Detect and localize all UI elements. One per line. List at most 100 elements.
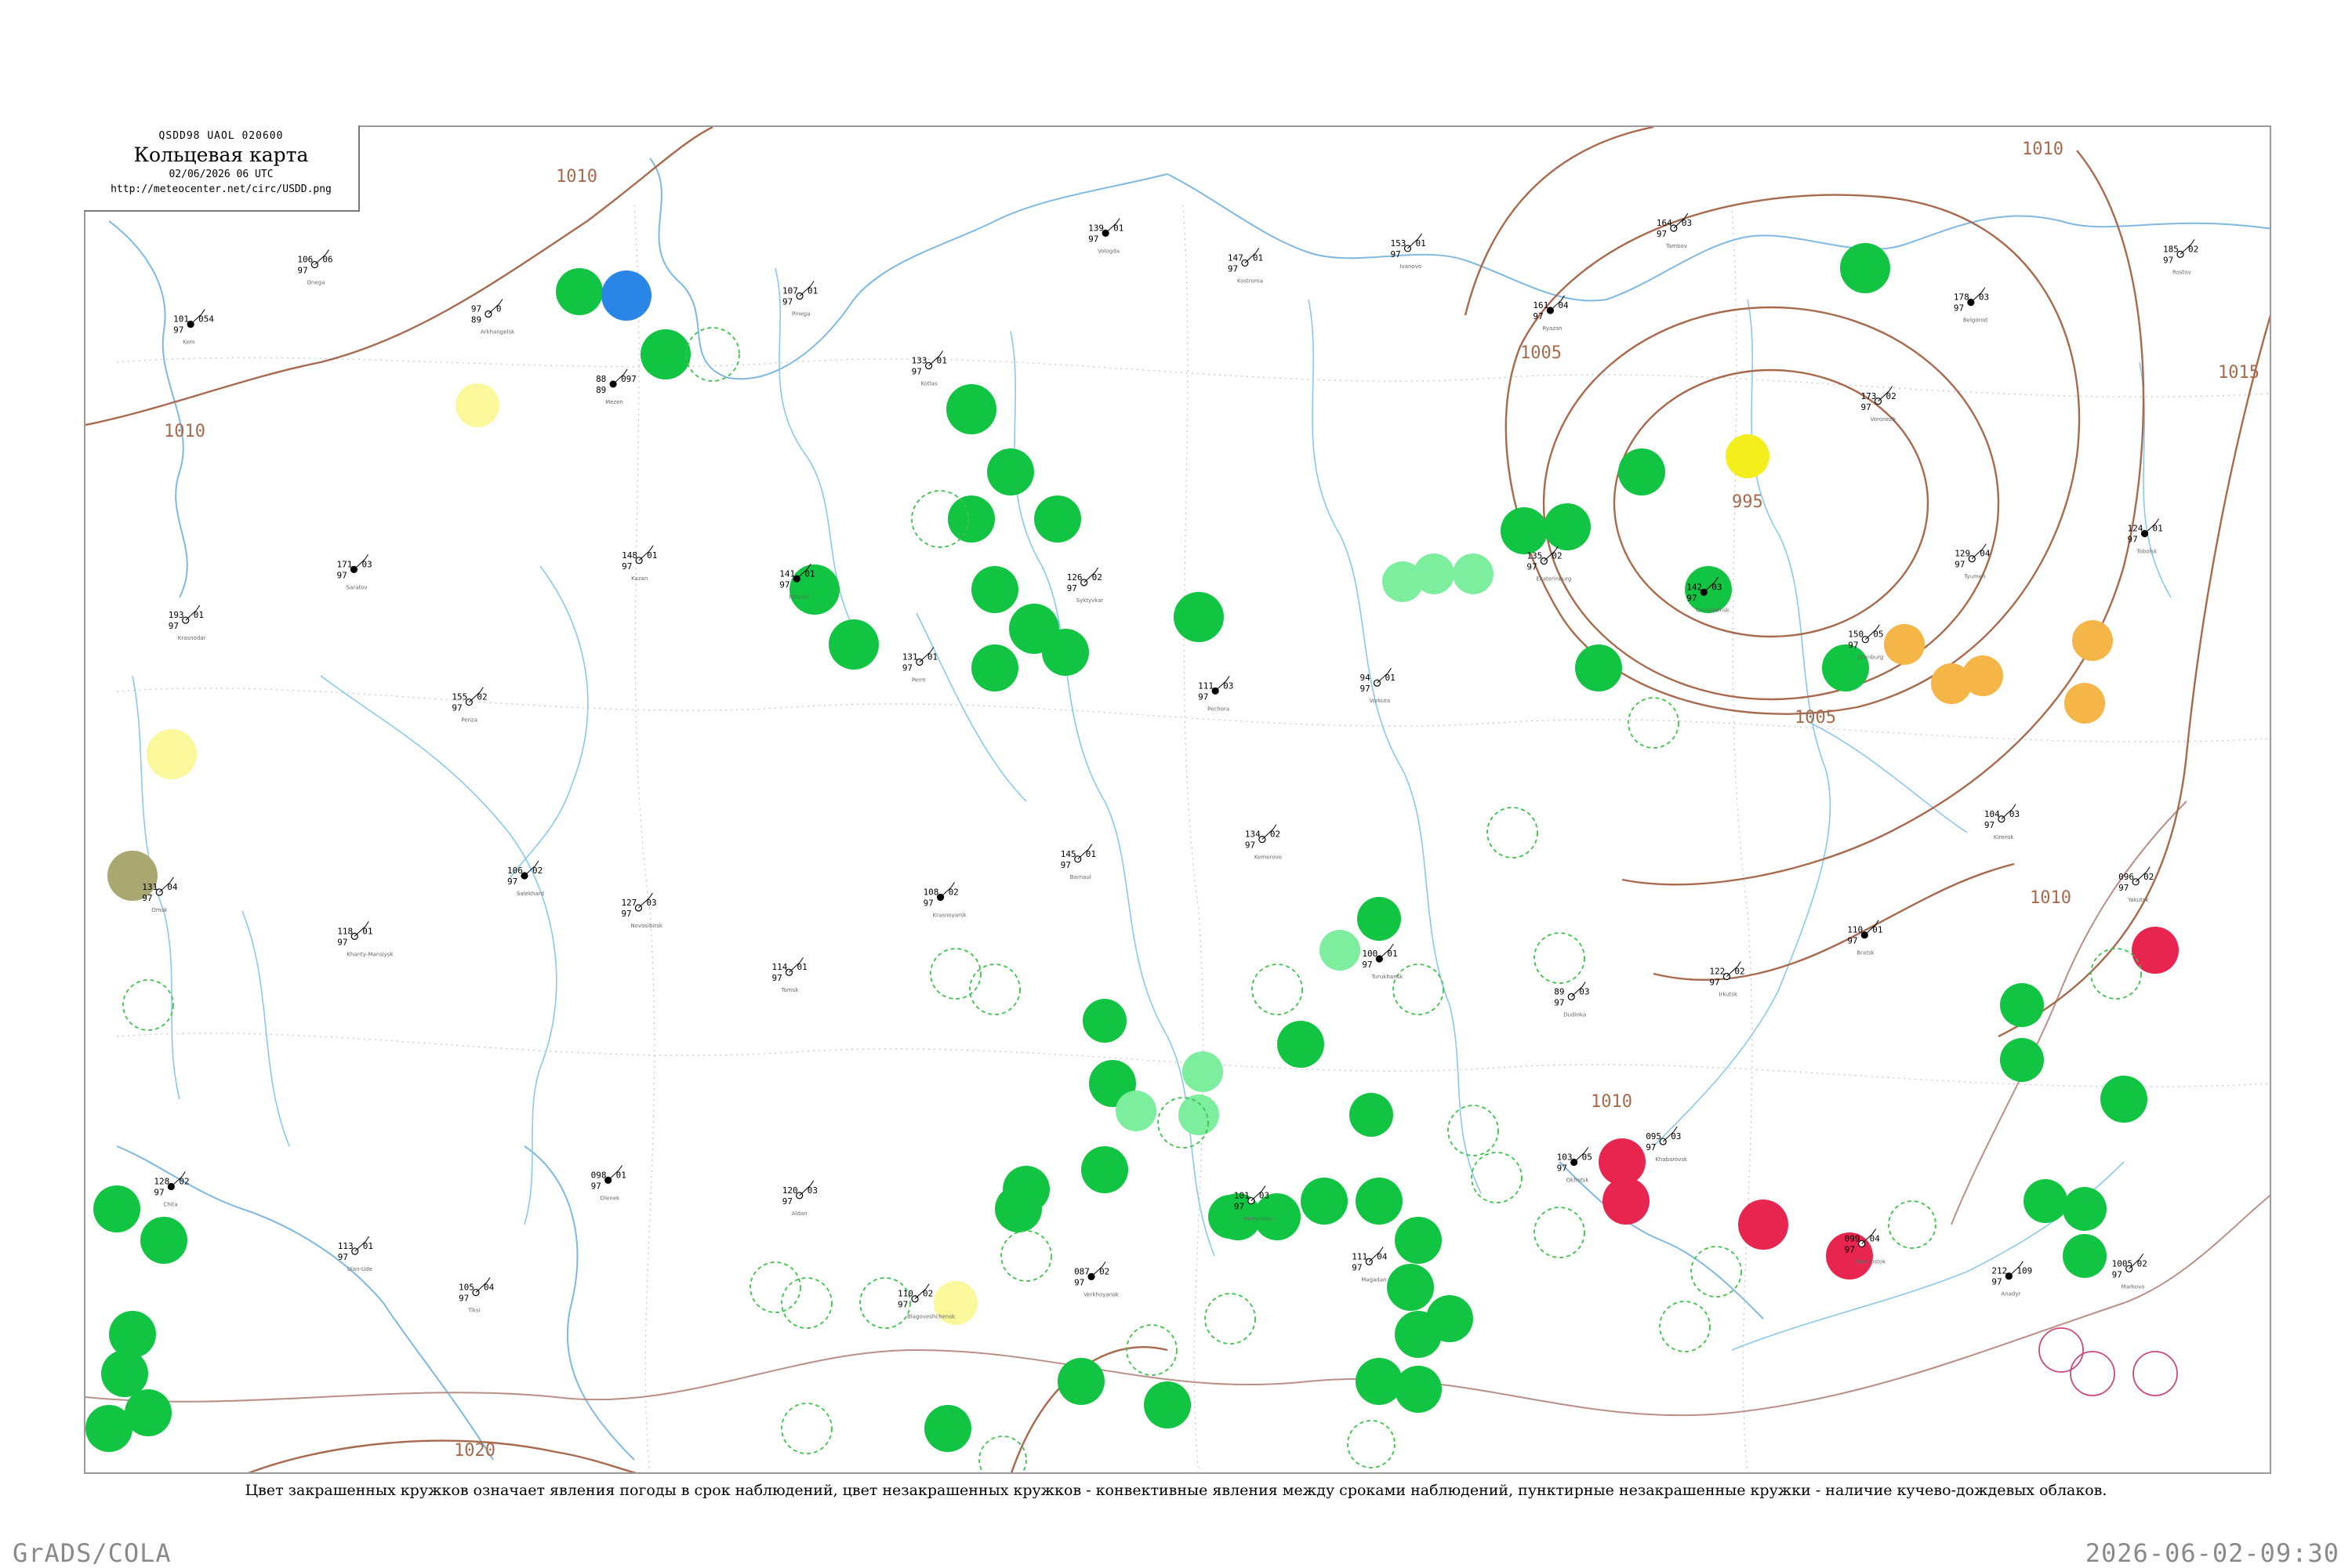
station-plot[interactable]: 193 0197Krasnodar	[169, 604, 206, 641]
thunderstorm-circle[interactable]	[2132, 927, 2179, 974]
rain-circle[interactable]	[1501, 507, 1548, 554]
station-plot[interactable]: 133 0197Kotlas	[912, 350, 947, 387]
rain-circle[interactable]	[1174, 592, 1224, 642]
rain-circle[interactable]	[641, 329, 691, 379]
light-rain-circle[interactable]	[1319, 930, 1360, 971]
station-plot[interactable]: 108 0297Krasnoyarsk	[924, 882, 967, 918]
station-plot[interactable]: 103 0597Okhotsk	[1557, 1147, 1592, 1183]
station-plot[interactable]: 1005 0297Markovo	[2112, 1254, 2147, 1290]
light-rain-circle[interactable]	[1414, 554, 1454, 594]
station-plot[interactable]: 118 0197Khanty-Mansiysk	[337, 920, 394, 957]
map-url[interactable]: http://meteocenter.net/circ/USDD.png	[84, 183, 358, 195]
station-plot[interactable]: 113 0197Ulan-Ude	[338, 1236, 373, 1272]
station-plot[interactable]: 111 0397Pechora	[1198, 676, 1233, 712]
rain-circle[interactable]	[1395, 1217, 1442, 1264]
station-plot[interactable]: 129 0497Tyumen	[1955, 543, 1991, 580]
station-plot[interactable]: 107 0197Pinega	[782, 281, 818, 318]
rain-circle[interactable]	[1618, 448, 1665, 495]
station-plot[interactable]: 104 0397Kirensk	[1984, 804, 2020, 840]
cb-ring[interactable]	[2090, 948, 2142, 1000]
cb-ring[interactable]	[685, 327, 740, 382]
cb-ring[interactable]	[978, 1436, 1027, 1474]
station-plot[interactable]: 127 0397Novosibirsk	[621, 892, 663, 929]
rain-circle[interactable]	[556, 268, 603, 315]
station-plot[interactable]: 106 0697Onega	[297, 249, 333, 286]
rain-circle[interactable]	[2000, 1038, 2044, 1082]
cb-ring[interactable]	[1534, 932, 1585, 984]
fog-circle[interactable]	[1726, 434, 1769, 478]
station-plot[interactable]: 135 0297Ekaterinburg	[1526, 546, 1571, 583]
rain-circle[interactable]	[1426, 1295, 1473, 1342]
rain-circle[interactable]	[924, 1405, 971, 1452]
station-plot[interactable]: 185 0297Rostov	[2163, 239, 2198, 275]
station-plot[interactable]: 171 0397Saratov	[336, 554, 372, 590]
cb-ring[interactable]	[1486, 807, 1538, 858]
station-plot[interactable]: 101 054 97Kem	[173, 309, 214, 346]
light-rain-circle[interactable]	[1453, 554, 1494, 594]
thunder-shower-circle[interactable]	[2064, 683, 2105, 724]
rain-circle[interactable]	[1356, 1178, 1403, 1225]
rain-circle[interactable]	[948, 495, 995, 543]
cb-ring[interactable]	[1447, 1105, 1499, 1156]
station-plot[interactable]: 111 0497Magadan	[1352, 1247, 1388, 1283]
cb-ring[interactable]	[122, 979, 174, 1031]
rain-circle[interactable]	[1349, 1093, 1393, 1137]
station-plot[interactable]: 100 0197Turukhansk	[1362, 943, 1403, 980]
rain-circle[interactable]	[1277, 1021, 1324, 1068]
rain-circle[interactable]	[1395, 1366, 1442, 1413]
cb-ring[interactable]	[1392, 964, 1444, 1015]
station-plot[interactable]: 120 0397Aldan	[782, 1180, 818, 1217]
station-plot[interactable]: 147 0197Kostroma	[1228, 248, 1263, 284]
thunderstorm-circle[interactable]	[1602, 1178, 1650, 1225]
rain-circle[interactable]	[1083, 999, 1127, 1043]
rain-circle[interactable]	[987, 448, 1034, 495]
cb-ring[interactable]	[1000, 1230, 1052, 1282]
cb-ring[interactable]	[969, 964, 1021, 1015]
rain-circle[interactable]	[1357, 897, 1401, 941]
station-plot[interactable]: 134 0297Kemerovo	[1245, 824, 1282, 861]
station-plot[interactable]: 098 0197Olenek	[591, 1165, 626, 1201]
rain-circle[interactable]	[829, 619, 879, 670]
station-plot[interactable]: 145 0197Barnaul	[1061, 844, 1096, 880]
station-plot[interactable]: 096 0297Yakutsk	[2118, 866, 2154, 903]
station-plot[interactable]: 110 0197Bratsk	[1847, 920, 1883, 956]
station-plot[interactable]: 122 0297Irkutsk	[1709, 961, 1745, 997]
station-plot[interactable]: 97 0 89Arkhangelsk	[471, 299, 515, 336]
station-plot[interactable]: 148 0197Kazan	[622, 545, 657, 582]
cb-ring[interactable]	[1126, 1324, 1178, 1376]
rain-circle[interactable]	[1387, 1264, 1434, 1311]
cb-ring[interactable]	[750, 1261, 801, 1313]
convective-ring[interactable]	[2070, 1351, 2115, 1396]
rain-circle[interactable]	[101, 1350, 148, 1397]
convective-ring[interactable]	[2132, 1351, 2178, 1396]
rain-circle[interactable]	[140, 1217, 187, 1264]
station-plot[interactable]: 131 0497Omsk	[142, 877, 178, 913]
rain-circle[interactable]	[2024, 1179, 2067, 1223]
rain-circle[interactable]	[1822, 644, 1869, 691]
rain-circle[interactable]	[1081, 1146, 1128, 1193]
rain-circle[interactable]	[2100, 1076, 2147, 1123]
cb-ring[interactable]	[1659, 1301, 1711, 1352]
rain-circle[interactable]	[971, 644, 1018, 691]
rain-circle[interactable]	[1042, 629, 1089, 676]
cb-ring[interactable]	[930, 948, 982, 1000]
haze-circle[interactable]	[147, 729, 197, 779]
rain-circle[interactable]	[2000, 983, 2044, 1027]
rain-circle[interactable]	[2063, 1234, 2107, 1278]
rain-circle[interactable]	[85, 1405, 132, 1452]
rain-circle[interactable]	[1840, 243, 1890, 293]
station-plot[interactable]: 128 0297Chita	[154, 1171, 190, 1207]
rain-circle[interactable]	[1144, 1381, 1191, 1428]
station-plot[interactable]: 89 0397Dudinka	[1554, 982, 1590, 1018]
rain-circle[interactable]	[1544, 503, 1591, 550]
cb-ring[interactable]	[1888, 1200, 1936, 1249]
light-rain-circle[interactable]	[1178, 1094, 1219, 1135]
station-plot[interactable]: 105 0497Tiksi	[459, 1277, 495, 1314]
rain-circle[interactable]	[2063, 1187, 2107, 1231]
station-plot[interactable]: 139 0197Vologda	[1088, 218, 1123, 254]
rain-circle[interactable]	[93, 1185, 140, 1232]
cb-ring[interactable]	[1251, 964, 1303, 1015]
rain-circle[interactable]	[1356, 1358, 1403, 1405]
cb-ring[interactable]	[781, 1277, 833, 1329]
station-plot[interactable]: 131 0197Perm	[902, 647, 938, 683]
